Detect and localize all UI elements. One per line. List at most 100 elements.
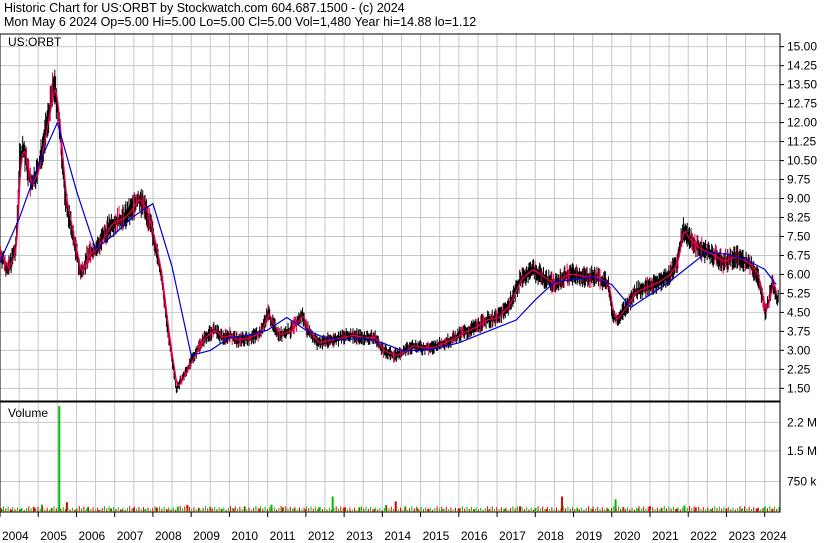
volume-bar [432,509,434,512]
volume-bar [477,509,479,512]
volume-bar [99,509,101,512]
price-tick-label: 11.25 [787,135,816,149]
year-tick-label: 2006 [78,529,105,543]
volume-bar [448,509,450,512]
volume-bar [218,507,220,512]
volume-bar [324,507,326,512]
volume-bar [633,509,635,512]
volume-bar [551,507,553,512]
volume-panel-frame [0,401,781,513]
volume-bar [718,506,720,512]
volume-bar [78,506,80,512]
volume-bar [186,508,188,512]
price-axis-ticks: 15.00 14.25 13.50 12.75 12.00 11.25 10.50 9.75 9… [780,40,817,395]
volume-bar [413,508,415,512]
volume-bar [92,507,94,512]
volume-bar [682,507,684,512]
volume-bar [379,507,381,512]
price-panel-symbol: US:ORBT [8,35,62,49]
volume-bar [225,509,227,512]
volume-bar [104,506,105,512]
volume-bar [250,509,252,512]
volume-bar [131,508,133,512]
volume-bar [296,509,298,512]
volume-bar [521,506,523,512]
volume-bar [294,507,296,512]
price-tick-label: 10.50 [787,154,817,168]
volume-bar [734,509,736,512]
volume-bar [271,509,273,512]
volume-bar [303,507,305,512]
price-tick-label: 2.25 [787,362,811,376]
volume-bar [149,509,151,512]
volume-bar [675,508,677,512]
price-tick-label: 9.00 [787,192,811,206]
volume-bar [760,509,762,512]
volume-bar [67,507,69,512]
volume-bar [670,508,672,512]
year-tick-label: 2014 [384,529,411,543]
volume-bar [679,509,681,512]
volume-bar [611,507,612,512]
volume-bar [97,507,99,512]
year-tick-label: 2010 [231,529,258,543]
volume-bar [260,506,261,512]
volume-bar [512,506,514,512]
volume-bar [698,506,700,512]
volume-bar [755,509,757,512]
volume-bar [640,508,642,512]
volume-bar [620,508,622,512]
volume-bar [468,508,470,512]
volume-bar [645,508,647,512]
stock-chart: US:ORBT Volume 15.00 14.25 13.50 12.75 12.00… [0,33,817,543]
volume-bar [23,509,25,512]
price-tick-label: 15.00 [787,40,817,54]
volume-tick-label: 2.2 M [787,415,817,429]
volume-bar [533,509,534,512]
volume-bar [716,508,718,512]
year-tick-label: 2024 [760,529,787,543]
volume-bar [285,506,287,512]
volume-bar [241,508,243,512]
volume-bar [115,509,117,512]
volume-bar [776,508,778,512]
price-tick-label: 6.00 [787,267,811,281]
volume-bar [402,509,404,512]
year-tick-label: 2018 [537,529,564,543]
year-tick-label: 2017 [499,529,526,543]
volume-bar [239,506,241,512]
volume-bar [549,509,551,512]
volume-bar [255,506,257,512]
volume-bar [613,506,615,512]
volume-bar [445,506,447,512]
volume-bar [94,509,96,512]
volume-bar [175,509,177,512]
volume-bar [594,508,596,512]
volume-bar [257,508,259,512]
volume-bar [280,506,282,512]
volume-bar [223,507,225,512]
volume-bar [519,508,521,512]
volume-grid [0,402,780,512]
volume-bar [434,508,436,512]
volume-bar [237,508,239,512]
volume-bar [269,507,271,512]
volume-bar [101,507,103,512]
year-tick-label: 2013 [346,529,373,543]
price-tick-label: 9.75 [787,173,811,187]
volume-bar [124,509,126,512]
volume-bar [81,508,83,512]
volume-bar [227,507,229,512]
volume-bar [395,507,397,512]
year-tick-label: 2005 [40,529,67,543]
volume-bar [358,508,360,512]
volume-bar [705,509,707,512]
volume-bar [528,509,530,512]
volume-bar [299,507,300,512]
volume-bar [537,506,539,512]
volume-bar [709,509,711,512]
volume-bar [386,506,388,512]
volume-bar [441,506,443,512]
price-tick-label: 3.00 [787,343,811,357]
volume-bar [764,506,766,512]
